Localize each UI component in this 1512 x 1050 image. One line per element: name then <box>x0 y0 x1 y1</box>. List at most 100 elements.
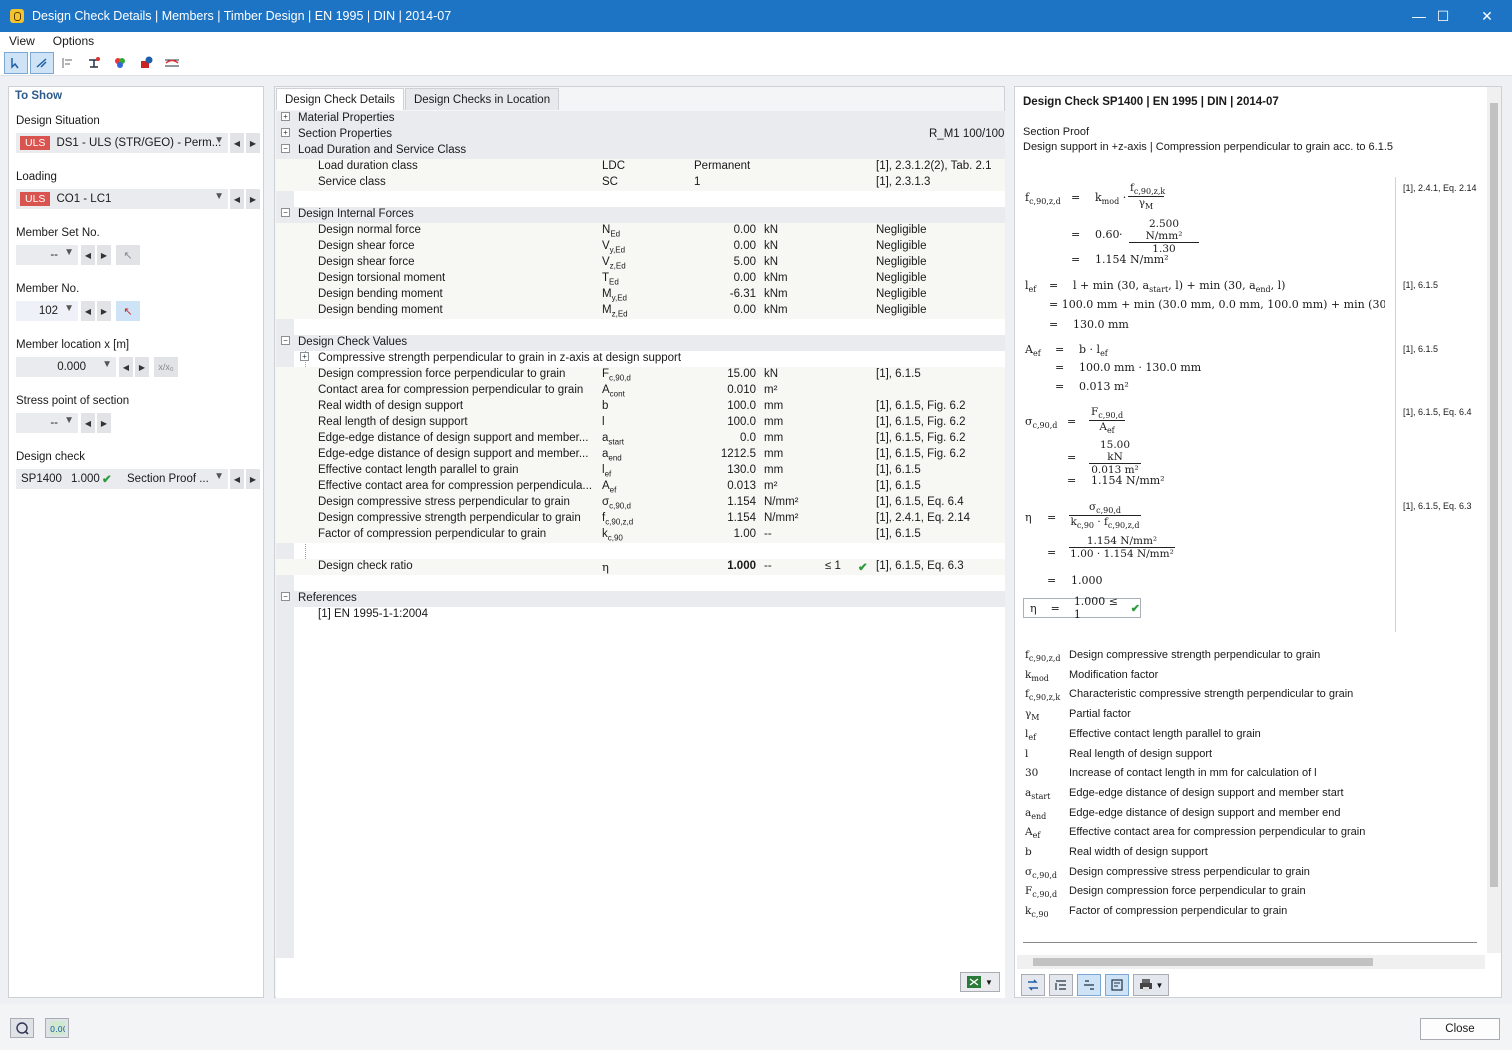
eq-symbol: η <box>1025 511 1032 524</box>
location-select[interactable]: 0.000 ▼ <box>16 357 116 377</box>
colors-icon[interactable] <box>108 52 132 74</box>
table-row[interactable]: Edge-edge distance of design support and… <box>276 431 1005 447</box>
prev-check-button[interactable]: ◀ <box>230 469 244 489</box>
table-row[interactable]: Effective contact area for compression p… <box>276 479 1005 495</box>
print-button[interactable]: ▼ <box>1133 974 1169 996</box>
table-row[interactable]: Effective contact length parallel to gra… <box>276 463 1005 479</box>
sym-sub: end <box>608 453 622 463</box>
section-properties-row[interactable]: + Section Properties R_M1 100/100 <box>276 127 1005 143</box>
help-button[interactable] <box>10 1018 34 1038</box>
next-location-button[interactable]: ▶ <box>135 357 149 377</box>
load-duration-row[interactable]: − Load Duration and Service Class <box>276 143 1005 159</box>
export-excel-button[interactable]: ▼ <box>960 972 1000 992</box>
design-situation-select[interactable]: ULS DS1 - ULS (STR/GEO) - Perm... ▼ <box>16 133 228 153</box>
row-ref: [1], 2.4.1, Eq. 2.14 <box>876 512 970 524</box>
check-values-row[interactable]: − Design Check Values <box>276 335 1005 351</box>
design-situation-value: DS1 - ULS (STR/GEO) - Perm... <box>56 137 222 149</box>
next-loading-button[interactable]: ▶ <box>246 189 260 209</box>
table-row[interactable]: Real length of design support l 100.0 mm [1]… <box>276 415 1005 431</box>
table-row[interactable]: Real width of design support b 100.0 mm [1],… <box>276 399 1005 415</box>
scroll-thumb[interactable] <box>1490 103 1498 887</box>
table-row[interactable]: Load duration class LDC Permanent [1], 2.3.… <box>276 159 1005 175</box>
table-row[interactable]: Design shear force Vz,Ed 5.00 kN Negligible <box>276 255 1005 271</box>
table-row[interactable]: Design torsional moment TEd 0.00 kNm Negligi… <box>276 271 1005 287</box>
sym-sub: mod <box>1031 673 1049 683</box>
stress-point-select[interactable]: -- ▼ <box>16 413 78 433</box>
info-icon[interactable] <box>134 52 158 74</box>
expand-icon[interactable]: + <box>281 128 290 137</box>
select-member-icon[interactable] <box>4 51 28 74</box>
prev-loading-button[interactable]: ◀ <box>230 189 244 209</box>
chevron-down-icon: ▼ <box>214 191 224 202</box>
eq-result: 1.000 <box>1071 574 1103 587</box>
prev-member-button[interactable]: ◀ <box>81 301 95 321</box>
formula-heading: Design Check SP1400 | EN 1995 | DIN | 20… <box>1023 96 1279 108</box>
formula-toggle-button[interactable] <box>1077 974 1101 996</box>
close-window-button[interactable]: ✕ <box>1464 0 1510 32</box>
next-check-button[interactable]: ▶ <box>246 469 260 489</box>
expand-icon[interactable]: + <box>300 352 309 361</box>
material-properties-row[interactable]: + Material Properties <box>276 111 1005 127</box>
member-set-select[interactable]: -- ▼ <box>16 245 78 265</box>
member-select[interactable]: 102 ▼ <box>16 301 78 321</box>
close-button[interactable]: Close <box>1420 1018 1500 1040</box>
maximize-button[interactable]: ☐ <box>1420 0 1466 32</box>
collapse-icon[interactable]: − <box>281 208 290 217</box>
next-stress-button[interactable]: ▶ <box>97 413 111 433</box>
decimal-places-button[interactable]: 0.00 <box>45 1018 69 1038</box>
row-desc: Service class <box>318 176 386 188</box>
table-row[interactable]: Design normal force NEd 0.00 kN Negligible <box>276 223 1005 239</box>
swap-units-button[interactable] <box>1021 974 1045 996</box>
table-row[interactable]: Design compression force perpendicular t… <box>276 367 1005 383</box>
table-row[interactable]: Service class SC 1 [1], 2.3.1.3 <box>276 175 1005 191</box>
scroll-thumb[interactable] <box>1033 958 1373 966</box>
prev-member-set-button[interactable]: ◀ <box>81 245 95 265</box>
horizontal-scrollbar[interactable] <box>1017 955 1485 969</box>
menu-view[interactable]: View <box>0 34 44 48</box>
prev-location-button[interactable]: ◀ <box>119 357 133 377</box>
collapse-icon[interactable]: − <box>281 336 290 345</box>
expand-icon[interactable]: + <box>281 112 290 121</box>
align-icon[interactable] <box>56 52 80 74</box>
relative-location-button[interactable]: x/x₀ <box>154 357 178 377</box>
divider <box>1395 177 1396 632</box>
design-check-select[interactable]: SP1400 1.000 ✔ Section Proof ... ▼ <box>16 469 228 489</box>
eq-symbol: fc,90,z,d <box>1025 191 1061 207</box>
frame-toggle-button[interactable] <box>1105 974 1129 996</box>
table-row[interactable]: Design shear force Vy,Ed 0.00 kN Negligible <box>276 239 1005 255</box>
prev-situation-button[interactable]: ◀ <box>230 133 244 153</box>
table-row[interactable]: Factor of compression perpendicular to g… <box>276 527 1005 543</box>
menu-options[interactable]: Options <box>44 34 103 48</box>
svg-text:0.00: 0.00 <box>50 1025 65 1034</box>
legend-text: Edge-edge distance of design support and… <box>1069 806 1341 819</box>
select-location-icon[interactable] <box>30 51 54 74</box>
table-row[interactable]: Design compressive strength perpendicula… <box>276 511 1005 527</box>
collapse-icon[interactable]: − <box>281 144 290 153</box>
next-member-set-button[interactable]: ▶ <box>97 245 111 265</box>
sym-base: A <box>602 384 610 396</box>
table-row[interactable]: Design compressive stress perpendicular … <box>276 495 1005 511</box>
next-situation-button[interactable]: ▶ <box>246 133 260 153</box>
table-row[interactable]: Edge-edge distance of design support and… <box>276 447 1005 463</box>
next-member-button[interactable]: ▶ <box>97 301 111 321</box>
collapse-icon[interactable]: − <box>281 592 290 601</box>
ratio-row[interactable]: Design check ratio η 1.000 -- ≤ 1 ✔ [1],… <box>276 559 1005 575</box>
table-row[interactable]: Design bending moment Mz,Ed 0.00 kNm Negligi… <box>276 303 1005 319</box>
comp-group-row[interactable]: + Compressive strength perpendicular to g… <box>276 351 1005 367</box>
prev-stress-button[interactable]: ◀ <box>81 413 95 433</box>
vertical-scrollbar[interactable] <box>1487 87 1501 953</box>
internal-forces-row[interactable]: − Design Internal Forces <box>276 207 1005 223</box>
loading-select[interactable]: ULS CO1 - LC1 ▼ <box>16 189 228 209</box>
to-show-heading: To Show <box>15 90 63 102</box>
result-diagram-icon[interactable] <box>160 52 184 74</box>
list-button[interactable] <box>1049 974 1073 996</box>
table-row[interactable]: Contact area for compression perpendicul… <box>276 383 1005 399</box>
row-val: 1 <box>694 176 701 188</box>
references-row[interactable]: − References <box>276 591 1005 607</box>
pick-member-icon[interactable]: ↖ <box>116 301 140 321</box>
tab-design-check-details[interactable]: Design Check Details <box>276 88 404 110</box>
section-icon[interactable] <box>82 52 106 74</box>
table-row[interactable]: Design bending moment My,Ed -6.31 kNm Neglig… <box>276 287 1005 303</box>
tab-design-checks-in-location[interactable]: Design Checks in Location <box>404 88 560 110</box>
pick-member-set-icon[interactable]: ↖ <box>116 245 140 265</box>
